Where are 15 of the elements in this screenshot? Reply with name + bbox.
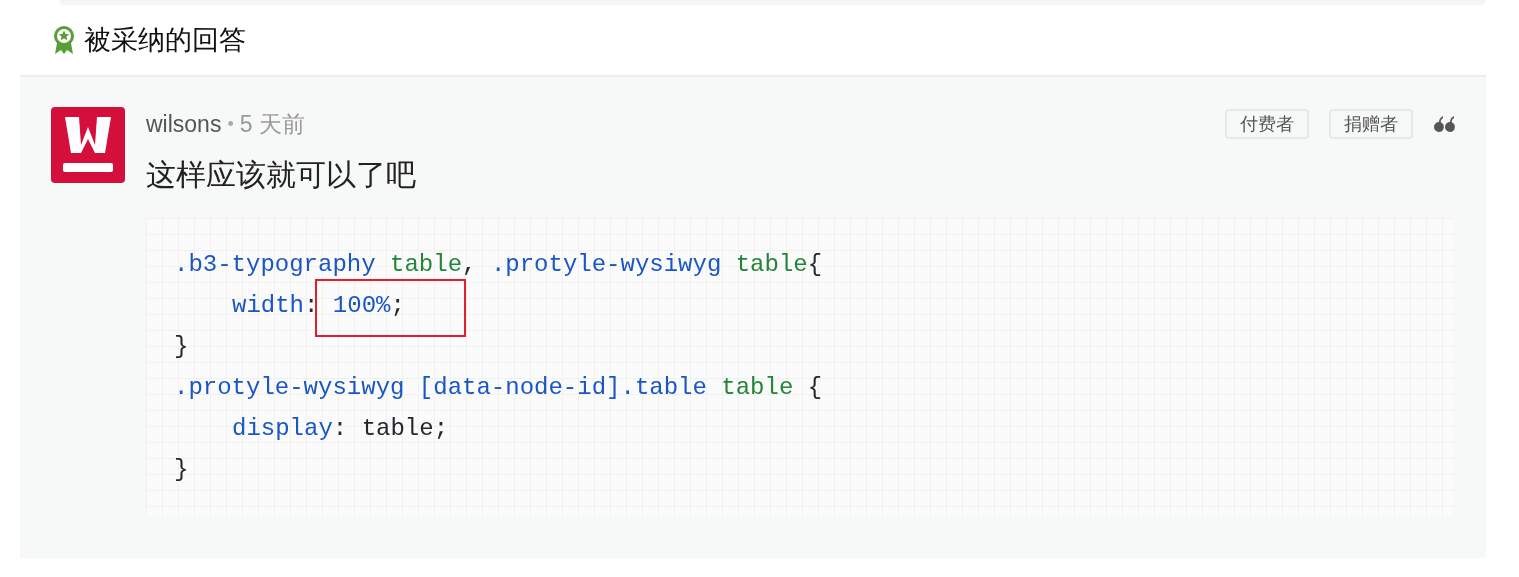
code-line: .protyle-wysiwyg [data-node-id].table table { [174, 373, 823, 403]
role-badge: 捐赠者 [1329, 109, 1413, 139]
code-line: .b3-typography table, .protyle-wysiwyg table{ [174, 250, 823, 280]
code-line: } [174, 332, 189, 362]
quote-icon[interactable] [1434, 116, 1456, 132]
answer-text: 这样应该就可以了吧 [146, 157, 417, 193]
award-icon [52, 25, 76, 55]
code-line: } [174, 455, 189, 485]
section-title: 被采纳的回答 [84, 23, 246, 57]
separator-dot: • [227, 112, 234, 136]
code-line: display: table; [231, 414, 449, 444]
post-time: 5 天前 [239, 109, 305, 139]
author-name[interactable]: wilsons [146, 106, 222, 142]
role-badge: 付费者 [1225, 109, 1309, 139]
code-line: width: 100%; [174, 285, 405, 326]
